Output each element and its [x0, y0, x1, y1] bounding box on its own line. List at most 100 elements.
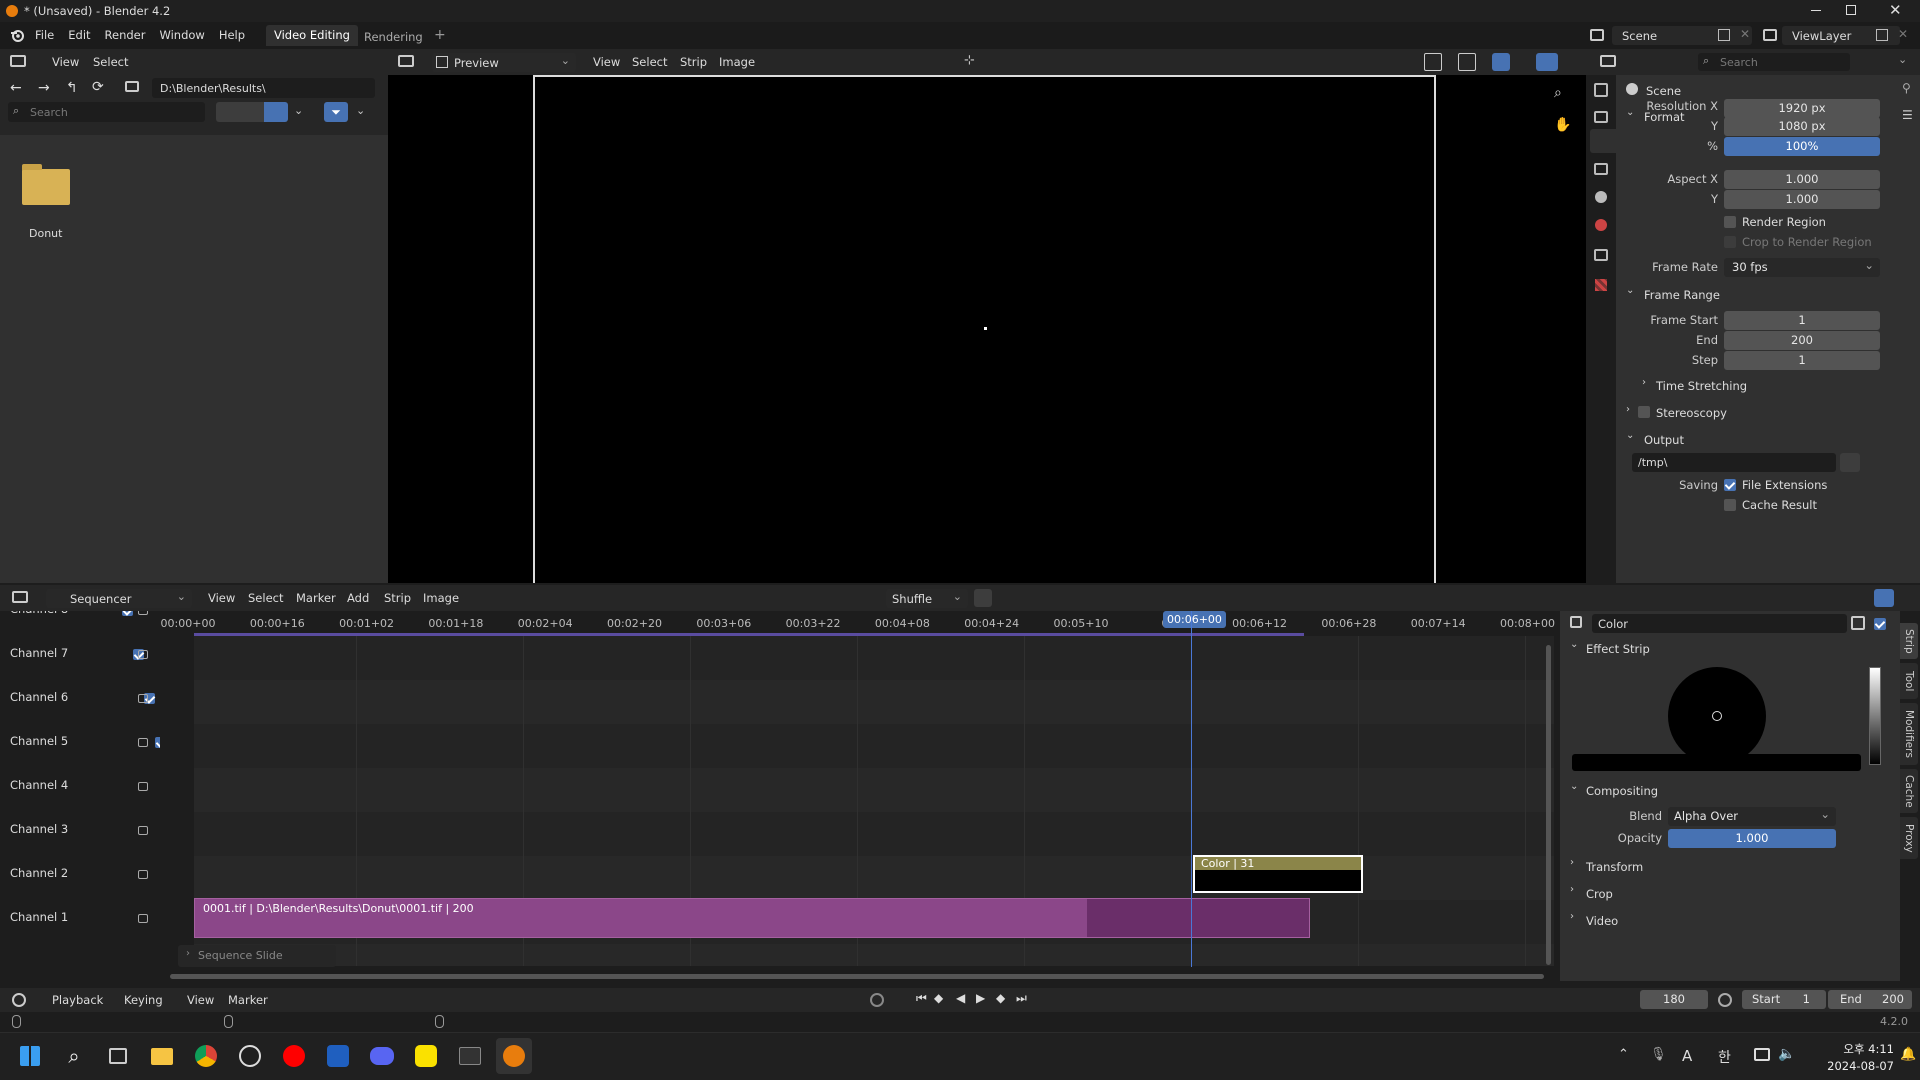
seq-editor-type-icon[interactable] [12, 591, 28, 603]
compositing-chevron-icon[interactable]: ⌄ [1570, 781, 1578, 792]
overlay-toggle-icon[interactable] [1458, 53, 1476, 71]
menu-marker[interactable]: Marker [228, 993, 268, 1007]
world-tab-icon[interactable] [1595, 219, 1607, 231]
seq-scroll-bar-v[interactable] [1546, 645, 1551, 965]
scene-copy-icon[interactable] [1718, 29, 1730, 41]
scene-close-icon[interactable]: ✕ [1740, 27, 1750, 41]
compositing-title[interactable]: Compositing [1586, 784, 1658, 798]
props-editor-type-icon[interactable] [1600, 55, 1616, 67]
snap-magnet-icon[interactable] [974, 589, 992, 607]
filter-dropdown-icon[interactable]: ⌄ [356, 104, 365, 117]
tab-cache[interactable]: Cache [1900, 769, 1918, 813]
auto-key-icon[interactable] [870, 993, 884, 1007]
current-frame-field[interactable]: 180 [1640, 990, 1708, 1009]
gizmo-toggle-icon[interactable] [1424, 53, 1442, 71]
menu-playback[interactable]: Playback [52, 993, 103, 1007]
start-icon[interactable] [12, 1038, 48, 1074]
scene-selector[interactable]: Scene [1612, 26, 1752, 45]
scene-tab-icon[interactable] [1595, 191, 1607, 203]
play-reverse-icon[interactable]: ◀ [956, 991, 965, 1005]
props-options-icon[interactable]: ⌄ [1898, 53, 1907, 66]
tab-rendering[interactable]: Rendering [364, 30, 423, 44]
pivot-icon[interactable]: ⊹ [964, 53, 975, 68]
zoom-icon[interactable]: ⌕ [1554, 85, 1562, 101]
time-ruler[interactable]: 00:00+00 00:00+16 00:01+02 00:01+18 00:02+04… [160, 611, 1555, 633]
output-path-field[interactable]: /tmp\ [1632, 453, 1836, 472]
image-strip[interactable]: 0001.tif | D:\Blender\Results\Donut\0001… [194, 898, 1310, 938]
menu-file[interactable]: File [28, 28, 61, 42]
seq-menu-image[interactable]: Image [423, 591, 459, 605]
jump-end-icon[interactable]: ⏭ [1016, 991, 1027, 1006]
seq-menu-view[interactable]: View [208, 591, 235, 605]
ime-indicator[interactable]: A [1682, 1047, 1692, 1065]
seq-mode-dropdown[interactable]: Sequencer ⌄ [46, 589, 192, 608]
frame-range-title[interactable]: Frame Range [1644, 288, 1720, 302]
volume-icon[interactable]: 🔈 [1778, 1046, 1795, 1062]
color-strip[interactable]: Color | 31 [1193, 855, 1363, 893]
channel-lane[interactable] [194, 680, 1554, 724]
folder-browse-icon[interactable] [1840, 453, 1860, 472]
preview-range-icon[interactable] [1718, 993, 1732, 1007]
blender-taskbar-icon[interactable] [496, 1038, 532, 1074]
stereoscopy-chevron-icon[interactable]: › [1626, 404, 1630, 415]
channel-lock-icon[interactable] [138, 914, 148, 923]
channel-lock-icon[interactable] [138, 650, 148, 659]
youtube-music-icon[interactable] [276, 1038, 312, 1074]
strip-color-tag-icon[interactable] [1851, 616, 1865, 630]
channel-lock-icon[interactable] [138, 694, 148, 703]
back-arrow-icon[interactable]: ← [10, 80, 22, 96]
notification-bell-icon[interactable]: 🔔 [1900, 1047, 1916, 1062]
output-chevron-icon[interactable]: ⌄ [1626, 430, 1634, 441]
microphone-icon[interactable]: 🎙 [1650, 1047, 1667, 1062]
preview-menu-image[interactable]: Image [719, 55, 755, 69]
prev-keyframe-icon[interactable]: ◆ [934, 991, 943, 1005]
menu-keying[interactable]: Keying [124, 993, 163, 1007]
strip-name-field[interactable]: Color [1592, 614, 1847, 633]
clock-date[interactable]: 2024-08-07 [1812, 1059, 1894, 1073]
viewlayer-type-icon[interactable] [1763, 29, 1777, 41]
task-view-icon[interactable] [100, 1038, 136, 1074]
fb-menu-select[interactable]: Select [93, 55, 128, 69]
channel-lock-icon[interactable] [138, 870, 148, 879]
aspect-x-field[interactable]: 1.000 [1724, 170, 1880, 189]
frame-start-field[interactable]: 1 [1724, 311, 1880, 330]
effect-strip-title[interactable]: Effect Strip [1586, 642, 1650, 656]
blender-menu-icon[interactable] [10, 28, 24, 42]
stereoscopy-title[interactable]: Stereoscopy [1656, 406, 1727, 420]
kodi-icon[interactable] [320, 1038, 356, 1074]
channel-lane[interactable] [194, 636, 1554, 680]
jump-start-icon[interactable]: ⏮ [916, 991, 927, 1006]
transform-title[interactable]: Transform [1586, 860, 1643, 874]
channel-lane[interactable] [194, 944, 1554, 966]
tool-tab-icon[interactable] [1594, 83, 1608, 97]
snap-mode-dropdown[interactable]: Shuffle ⌄ [886, 589, 968, 608]
strip-mute-checkbox[interactable] [1874, 618, 1886, 630]
display-columns-icon[interactable] [240, 102, 264, 122]
channel-mute-checkbox[interactable] [122, 611, 133, 616]
res-pct-field[interactable]: 100% [1724, 137, 1880, 156]
playhead[interactable] [1191, 611, 1192, 967]
cache-result-checkbox[interactable] [1724, 499, 1736, 511]
opacity-field[interactable]: 1.000 [1668, 829, 1836, 848]
media-player-icon[interactable] [232, 1038, 268, 1074]
channel-lane[interactable] [194, 724, 1554, 768]
preview-menu-strip[interactable]: Strip [680, 55, 707, 69]
tab-modifiers[interactable]: Modifiers [1900, 703, 1918, 765]
clock-time[interactable]: 오후 4:11 [1822, 1041, 1894, 1057]
parent-dir-icon[interactable]: ↰ [66, 80, 78, 96]
time-stretch-chevron-icon[interactable]: › [1642, 377, 1646, 388]
fb-menu-view[interactable]: View [52, 55, 79, 69]
chrome-icon[interactable] [188, 1038, 224, 1074]
channel-lock-icon[interactable] [138, 738, 148, 747]
seq-menu-strip[interactable]: Strip [384, 591, 411, 605]
color-wheel[interactable] [1668, 667, 1766, 765]
snap-toggle-icon[interactable] [1492, 53, 1510, 71]
sequence-slide-panel[interactable]: › Sequence Slide [178, 945, 336, 967]
current-time-badge[interactable]: 00:06+00 [1163, 611, 1226, 628]
close-window-button[interactable]: ✕ [1889, 1, 1902, 19]
seq-menu-select[interactable]: Select [248, 591, 283, 605]
menu-help[interactable]: Help [212, 28, 252, 42]
viewlayer-copy-icon[interactable] [1876, 29, 1888, 41]
viewlayer-close-icon[interactable]: ✕ [1898, 27, 1908, 41]
editor-type-icon[interactable] [10, 55, 26, 67]
